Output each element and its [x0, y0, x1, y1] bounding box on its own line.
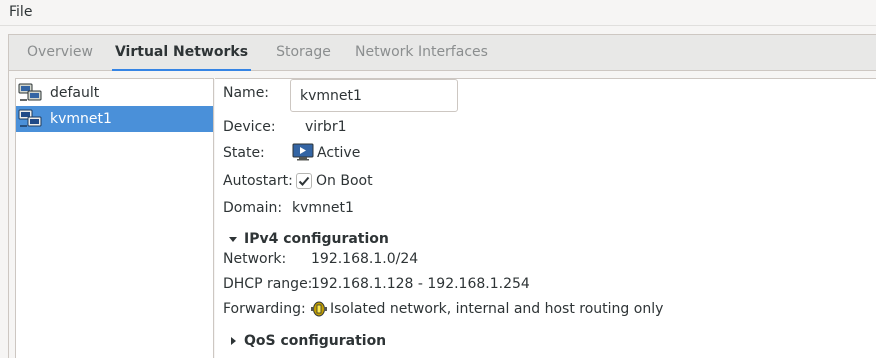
menubar: File: [0, 0, 876, 26]
network-label: Network:: [223, 251, 287, 267]
network-icon: [18, 83, 42, 101]
network-name: kvmnet1: [50, 111, 112, 127]
tab-content: default kvmnet1 Name: Device: virbr1 Sta…: [9, 71, 876, 358]
qos-header: QoS configuration: [244, 333, 387, 349]
checkmark-icon: [298, 176, 310, 186]
qos-expander[interactable]: QoS configuration: [228, 333, 386, 349]
domain-value: kvmnet1: [292, 200, 354, 216]
forwarding-value: Isolated network, internal and host rout…: [330, 301, 664, 317]
autostart-checkbox[interactable]: [296, 173, 312, 189]
network-details-panel: Name: Device: virbr1 State: Active Autos…: [215, 78, 876, 358]
network-name: default: [50, 85, 100, 101]
autostart-label: Autostart:: [223, 173, 293, 189]
network-list-item-default[interactable]: default: [16, 80, 213, 106]
menu-file[interactable]: File: [9, 4, 32, 20]
domain-label: Domain:: [223, 200, 283, 216]
state-value: Active: [317, 145, 361, 161]
notebook: Overview Virtual Networks Storage Networ…: [8, 34, 876, 358]
forwarding-label: Forwarding:: [223, 301, 306, 317]
state-label: State:: [223, 145, 265, 161]
chevron-right-icon: [231, 337, 236, 345]
tab-overview[interactable]: Overview: [9, 35, 111, 71]
chevron-down-icon: [229, 237, 237, 242]
network-icon: [18, 109, 42, 127]
tab-virtual-networks[interactable]: Virtual Networks: [112, 35, 251, 72]
device-value: virbr1: [305, 119, 347, 135]
dhcp-range-value: 192.168.1.128 - 192.168.1.254: [311, 276, 530, 292]
dhcp-range-label: DHCP range:: [223, 276, 313, 292]
isolated-network-icon: [311, 301, 327, 317]
ipv4-header: IPv4 configuration: [244, 231, 389, 247]
tab-network-interfaces[interactable]: Network Interfaces: [339, 35, 504, 71]
name-field[interactable]: [290, 79, 458, 112]
tab-bar: Overview Virtual Networks Storage Networ…: [9, 35, 876, 72]
network-list-item-kvmnet1[interactable]: kvmnet1: [16, 106, 213, 132]
device-label: Device:: [223, 119, 276, 135]
autostart-value: On Boot: [316, 173, 373, 189]
network-value: 192.168.1.0/24: [311, 251, 419, 267]
name-label: Name:: [223, 85, 270, 101]
ipv4-expander[interactable]: IPv4 configuration: [228, 231, 389, 247]
play-monitor-icon: [292, 143, 314, 161]
network-list[interactable]: default kvmnet1: [15, 78, 214, 358]
